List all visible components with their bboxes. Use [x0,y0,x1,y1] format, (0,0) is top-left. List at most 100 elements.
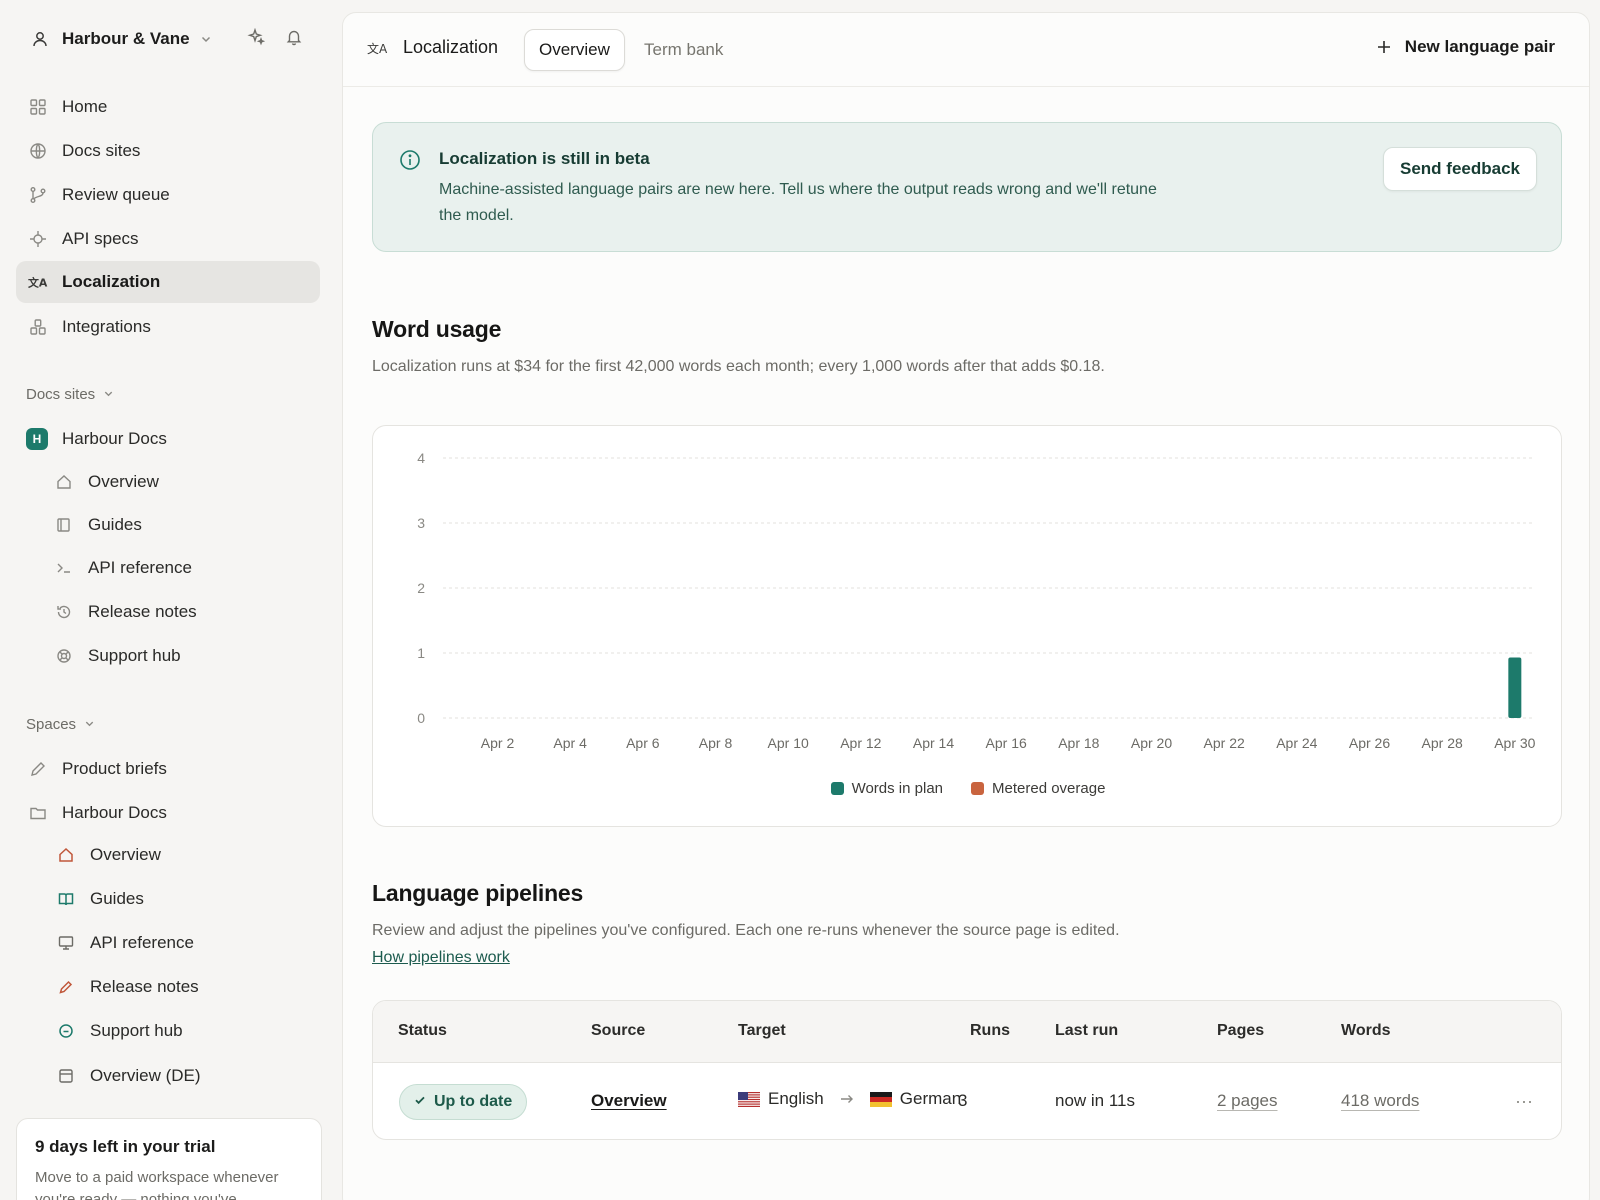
home-icon [56,845,76,865]
site-page-release-notes[interactable]: Release notes [54,592,322,632]
page-label: Support hub [88,646,181,665]
crosshair-icon [28,229,48,249]
home-icon [54,472,74,492]
page-label: Support hub [90,1021,183,1040]
nav-localization[interactable]: 文A Localization [16,261,320,303]
col-runs[interactable]: Runs [970,1022,1010,1040]
nav-label: Integrations [62,317,151,336]
legend-swatch [971,782,985,795]
section-label: Docs sites [26,386,96,403]
page-label: Release notes [88,602,197,621]
history-icon [54,602,74,622]
nav-review-queue[interactable]: Review queue [16,174,320,216]
us-flag-icon [738,1091,760,1107]
space-page-guides[interactable]: Guides [56,879,324,919]
nav-label: Docs sites [62,141,141,160]
legend-label: Words in plan [851,780,944,797]
bar [1508,657,1522,718]
nav-integrations[interactable]: Integrations [16,306,320,348]
pipelines-table: Status Source Target Runs Last run Pages… [372,1000,1562,1140]
page-label: Guides [88,515,142,534]
spaces-heading[interactable]: Spaces [26,716,95,733]
x-tick-label: Apr 26 [1349,735,1390,751]
sidebar: Harbour & Vane Home Docs sites Review qu… [0,0,340,1200]
window-icon [56,1066,76,1086]
x-tick-label: Apr 20 [1131,735,1172,751]
workspace-switcher[interactable]: Harbour & Vane [30,24,320,54]
sparkle-icon[interactable] [246,27,266,47]
page-title: 文A Localization [367,37,498,58]
book-icon [54,515,74,535]
site-page-api-reference[interactable]: API reference [54,548,322,588]
table-header: Status Source Target Runs Last run Pages… [373,1001,1561,1063]
x-tick-label: Apr 28 [1422,735,1463,751]
x-tick-label: Apr 30 [1494,735,1535,751]
space-page-release-notes[interactable]: Release notes [56,967,324,1007]
y-tick-label: 2 [417,580,425,596]
site-page-overview[interactable]: Overview [54,462,322,502]
trial-card[interactable]: 9 days left in your trial Move to a paid… [16,1118,322,1200]
how-pipelines-work-link[interactable]: How pipelines work [372,949,510,966]
x-tick-label: Apr 4 [553,735,587,751]
monitor-icon [56,933,76,953]
space-page-overview[interactable]: Overview [56,835,324,875]
status-label: Up to date [434,1093,513,1110]
site-page-support-hub[interactable]: Support hub [54,636,322,676]
site-badge: H [26,428,48,450]
new-language-pair-button[interactable]: New language pair [1377,37,1555,57]
site-page-guides[interactable]: Guides [54,505,322,545]
tab-overview[interactable]: Overview [524,29,625,71]
space-page-overview-de[interactable]: Overview (DE) [56,1056,324,1096]
page-title-text: Localization [403,37,499,57]
docs-sites-heading[interactable]: Docs sites [26,386,114,403]
lifebuoy-icon [54,646,74,666]
legend-item-metered-overage[interactable]: Metered overage [971,780,1105,797]
legend-swatch [830,782,844,795]
pages-link[interactable]: 2 pages [1217,1091,1278,1111]
y-tick-label: 0 [417,710,425,726]
words-link[interactable]: 418 words [1341,1091,1419,1111]
space-page-support-hub[interactable]: Support hub [56,1011,324,1051]
space-product-briefs[interactable]: Product briefs [16,748,320,790]
tab-term-bank[interactable]: Term bank [630,29,737,71]
x-tick-label: Apr 10 [768,735,809,751]
col-words[interactable]: Words [1341,1022,1390,1040]
send-feedback-button[interactable]: Send feedback [1383,147,1537,191]
word-usage-title: Word usage [372,316,502,342]
space-page-api-reference[interactable]: API reference [56,923,324,963]
col-last-run[interactable]: Last run [1055,1022,1118,1040]
source-link[interactable]: Overview [591,1091,667,1111]
chart-legend: Words in plan Metered overage [373,780,1563,797]
col-pages[interactable]: Pages [1217,1022,1264,1040]
new-language-pair-label: New language pair [1404,37,1555,56]
word-usage-chart: 0 1 2 3 4 Apr 2 Apr 4 Apr 6 Apr 8 Apr 10 Apr 12 Apr… [372,425,1562,827]
col-status[interactable]: Status [398,1022,447,1040]
legend-item-words-in-plan[interactable]: Words in plan [830,780,944,797]
col-source[interactable]: Source [591,1022,645,1040]
x-tick-label: Apr 8 [699,735,733,751]
y-tick-label: 1 [417,645,425,661]
to-language: German [899,1089,962,1108]
pipelines-title: Language pipelines [372,880,584,906]
runs-value: 3 [958,1091,968,1110]
nav-label: API specs [62,229,139,248]
chevron-down-icon [84,716,95,733]
x-tick-label: Apr 14 [913,735,954,751]
table-row[interactable]: Up to date Overview English German 3 now… [373,1063,1561,1139]
user-icon [30,29,50,49]
site-harbour-docs[interactable]: H Harbour Docs [26,419,294,459]
nav-label: Home [62,97,108,116]
chevron-down-icon [103,386,114,403]
bell-icon[interactable] [284,27,304,47]
space-harbour-docs[interactable]: Harbour Docs [16,792,320,834]
page-label: Overview [90,845,161,864]
chat-icon [56,1021,76,1041]
more-actions-icon[interactable]: ··· [1515,1091,1533,1112]
nav-home[interactable]: Home [16,86,320,128]
translate-icon: 文A [367,38,391,58]
translate-icon: 文A [28,272,48,292]
info-icon [399,149,421,171]
col-target[interactable]: Target [738,1022,786,1040]
nav-docs-sites[interactable]: Docs sites [16,130,320,172]
nav-api-specs[interactable]: API specs [16,218,320,260]
